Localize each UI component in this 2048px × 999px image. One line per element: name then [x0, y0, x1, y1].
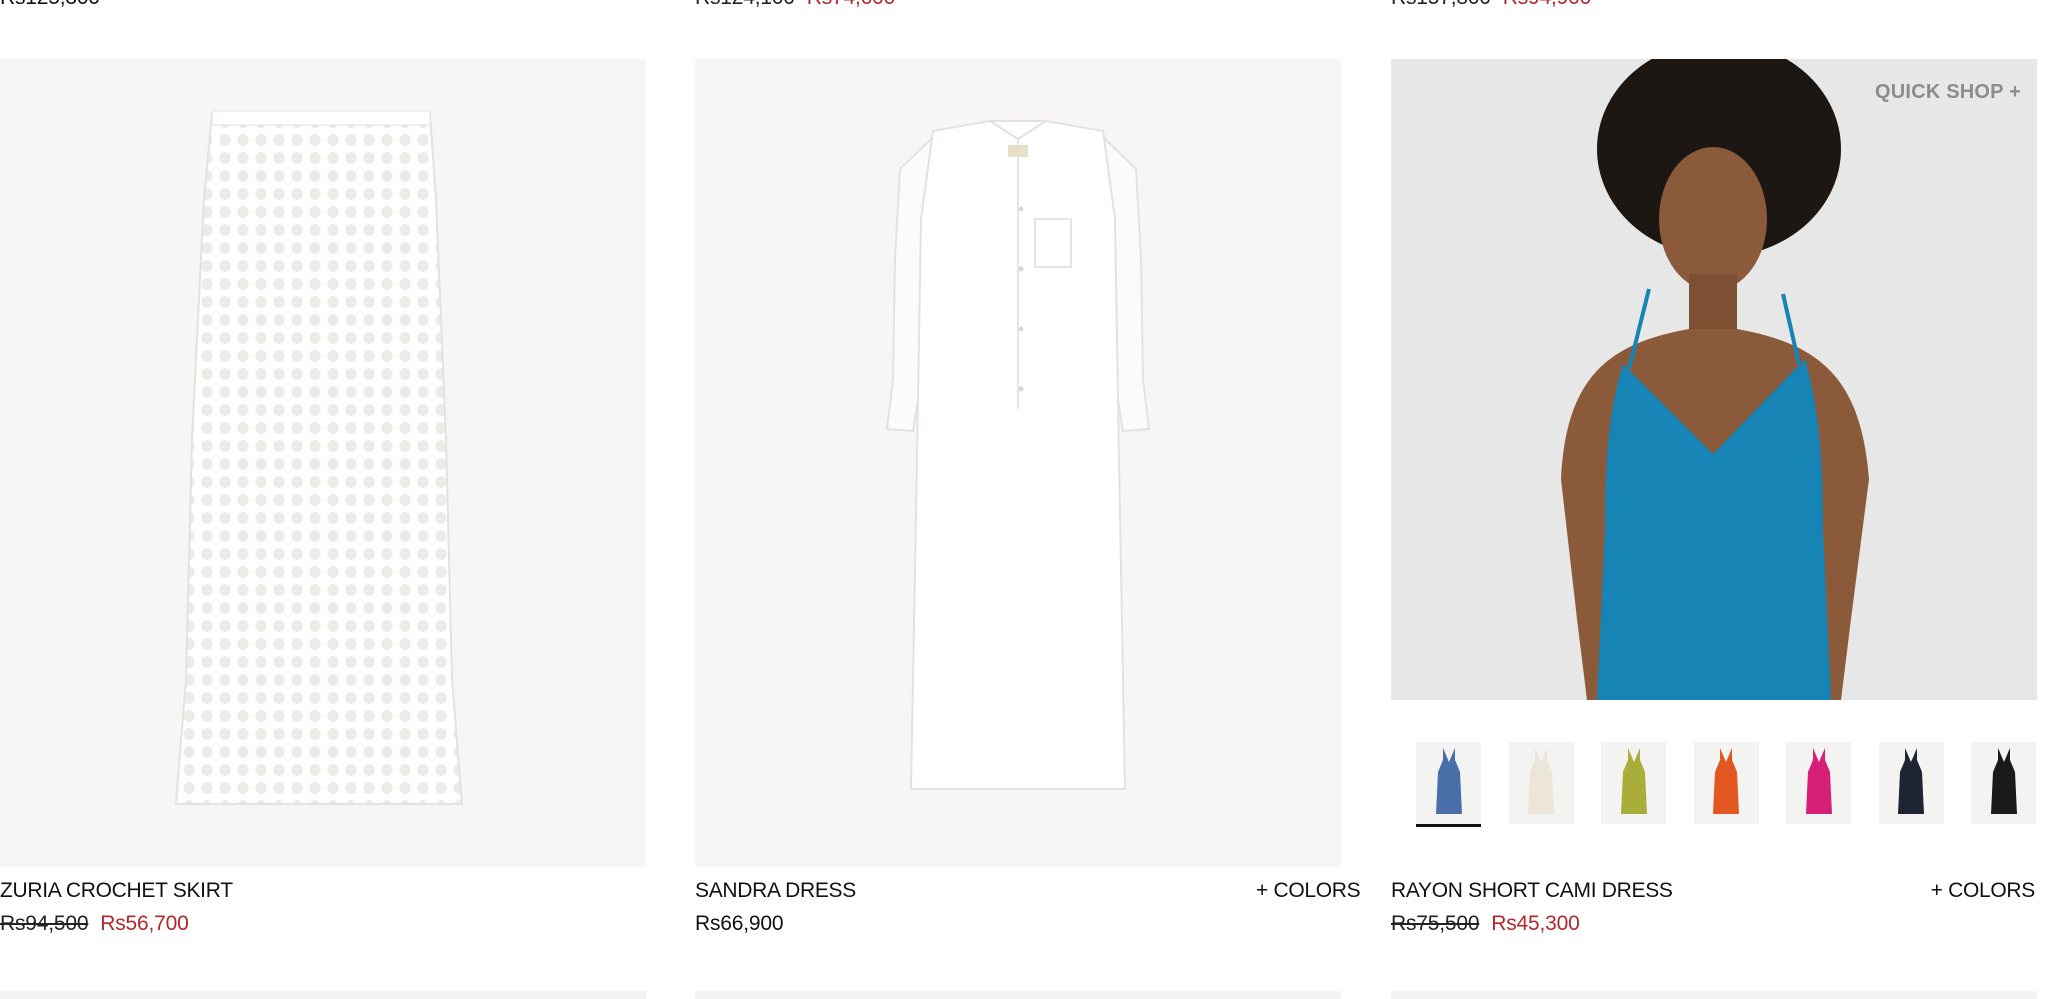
- dress-swatch-icon: [1990, 748, 2017, 814]
- next-row-image-3[interactable]: [1391, 991, 2037, 999]
- prev-row-price-1: Rs125,300: [0, 0, 100, 10]
- prev-row-price-3: Rs157,800Rs94,900: [1391, 0, 1591, 10]
- product-image-sandra-dress[interactable]: [695, 59, 1341, 867]
- swatch-cream[interactable]: [1508, 742, 1574, 824]
- swatch-chartreuse[interactable]: [1601, 742, 1666, 824]
- dress-swatch-icon: [1713, 748, 1739, 814]
- product-image-rayon-cami-dress[interactable]: QUICK SHOP +: [1391, 59, 2037, 700]
- product-price-rayon: Rs75,500 Rs45,300: [1391, 912, 1580, 936]
- product-price-zuria: Rs94,500 Rs56,700: [0, 912, 189, 936]
- swatch-blue[interactable]: [1416, 742, 1481, 827]
- swatch-navy[interactable]: [1878, 742, 1944, 824]
- shirt-dress-illustration: [885, 120, 1151, 790]
- sale-price: Rs56,700: [100, 912, 189, 935]
- color-swatches: [1416, 742, 2036, 828]
- product-title-sandra[interactable]: SANDRA DRESS: [695, 879, 856, 903]
- dress-swatch-icon: [1805, 748, 1832, 814]
- dress-swatch-icon: [1528, 748, 1554, 814]
- swatch-orange[interactable]: [1693, 742, 1759, 824]
- next-row-image-1[interactable]: [0, 991, 646, 999]
- original-price: Rs75,500: [1391, 912, 1480, 935]
- more-colors-link-sandra[interactable]: + COLORS: [1256, 879, 1361, 903]
- dress-swatch-icon: [1620, 748, 1647, 814]
- product-image-zuria-crochet-skirt[interactable]: [0, 59, 646, 867]
- dress-swatch-icon: [1435, 748, 1462, 814]
- quick-shop-button[interactable]: QUICK SHOP +: [1875, 81, 2021, 104]
- swatch-magenta[interactable]: [1786, 742, 1851, 824]
- selected-swatch-indicator: [1416, 824, 1481, 827]
- crochet-skirt-illustration: [174, 110, 464, 805]
- original-price: Rs94,500: [0, 912, 89, 935]
- model-photo-illustration: [1561, 59, 1869, 700]
- swatch-black[interactable]: [1971, 742, 2036, 824]
- sale-price: Rs45,300: [1491, 912, 1580, 935]
- product-title-zuria[interactable]: ZURIA CROCHET SKIRT: [0, 879, 233, 903]
- product-price-sandra: Rs66,900: [695, 912, 784, 935]
- more-colors-link-rayon[interactable]: + COLORS: [1931, 879, 2036, 903]
- prev-row-price-2: Rs124,100Rs74,600: [695, 0, 895, 10]
- next-row-image-2[interactable]: [695, 991, 1341, 999]
- dress-swatch-icon: [1898, 748, 1924, 814]
- product-title-rayon-cami[interactable]: RAYON SHORT CAMI DRESS: [1391, 879, 1673, 903]
